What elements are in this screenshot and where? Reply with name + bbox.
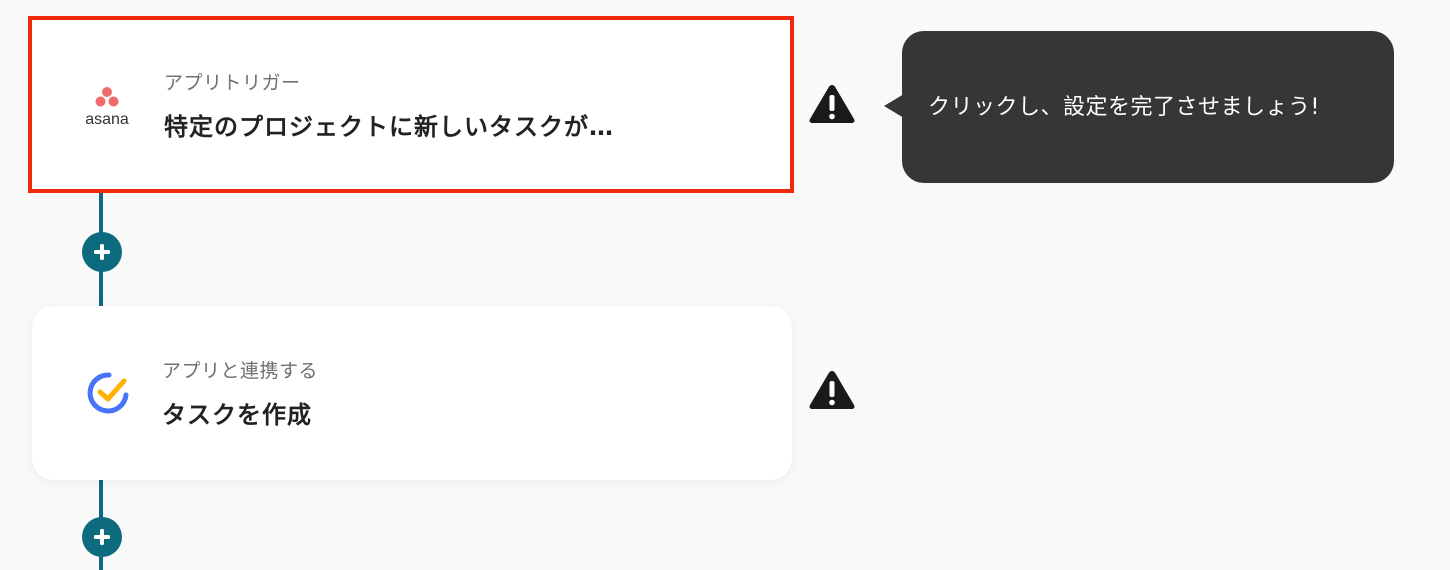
svg-text:asana: asana <box>85 111 129 128</box>
step-card-trigger[interactable]: asana アプリトリガー 特定のプロジェクトに新しいタスクが… <box>28 16 794 193</box>
tooltip-arrow <box>884 94 904 118</box>
setup-tooltip: クリックし、設定を完了させましょう! <box>902 31 1394 183</box>
step-card-action[interactable]: アプリと連携する タスクを作成 <box>32 306 792 480</box>
step-type-label: アプリトリガー <box>164 71 301 94</box>
warning-icon <box>809 85 855 123</box>
warning-icon <box>809 371 855 409</box>
step-title: タスクを作成 <box>162 401 312 429</box>
add-step-button[interactable] <box>82 517 122 557</box>
ticktick-logo <box>74 368 144 418</box>
plus-icon <box>94 244 110 260</box>
step-type-label: アプリと連携する <box>162 360 319 382</box>
plus-icon <box>94 529 110 545</box>
tooltip-text: クリックし、設定を完了させましょう! <box>928 95 1320 120</box>
add-step-button[interactable] <box>82 232 122 272</box>
step-title: 特定のプロジェクトに新しいタスクが… <box>164 112 614 141</box>
asana-logo: asana <box>72 80 142 130</box>
